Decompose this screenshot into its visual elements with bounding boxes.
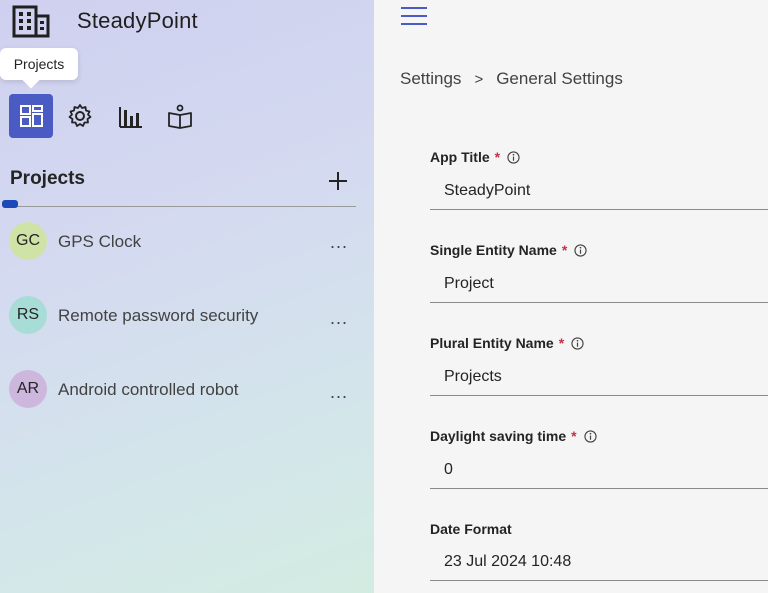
- grid-icon: [20, 105, 43, 127]
- plural-entity-name-input[interactable]: Projects: [430, 358, 768, 396]
- info-icon[interactable]: [583, 429, 597, 443]
- project-label: Remote password security: [58, 306, 259, 325]
- required-marker: *: [571, 428, 577, 444]
- avatar: GC: [9, 222, 47, 260]
- chevron-right-icon: >: [474, 70, 484, 88]
- field-label-text: App Title: [430, 149, 490, 165]
- avatar: RS: [9, 296, 47, 334]
- field-label-text: Plural Entity Name: [430, 335, 554, 351]
- single-entity-name-input[interactable]: Project: [430, 265, 768, 303]
- nav-projects-button[interactable]: [9, 94, 53, 138]
- plural-entity-name-label: Plural Entity Name *: [430, 335, 584, 351]
- gear-icon: [68, 104, 92, 127]
- info-icon[interactable]: [574, 243, 587, 257]
- nav-reports-button[interactable]: [108, 94, 152, 138]
- breadcrumb-general-settings: General Settings: [496, 69, 623, 88]
- nav-docs-button[interactable]: [158, 94, 202, 138]
- date-format-label: Date Format: [430, 521, 512, 537]
- avatar: AR: [9, 370, 47, 408]
- hamburger-menu-icon[interactable]: [401, 7, 427, 27]
- app-name: SteadyPoint: [77, 8, 198, 33]
- daylight-saving-time-label: Daylight saving time *: [430, 428, 597, 444]
- app-title-input[interactable]: SteadyPoint: [430, 172, 768, 210]
- project-label: GPS Clock: [58, 232, 142, 251]
- more-options-button[interactable]: ...: [330, 382, 348, 403]
- more-options-button[interactable]: ...: [330, 232, 348, 253]
- project-item-gps-clock[interactable]: GC GPS Clock ...: [0, 218, 374, 268]
- projects-divider: [8, 206, 356, 207]
- building-icon: [12, 5, 50, 38]
- required-marker: *: [558, 335, 565, 351]
- date-format-input[interactable]: 23 Jul 2024 10:48: [430, 543, 768, 581]
- field-label-text: Daylight saving time: [430, 428, 567, 444]
- nav-tooltip: Projects: [0, 48, 78, 80]
- bar-chart-icon: [119, 107, 142, 128]
- daylight-saving-time-input[interactable]: 0: [430, 451, 768, 489]
- field-label-text: Single Entity Name: [430, 242, 557, 258]
- add-project-button[interactable]: [326, 168, 350, 194]
- main-panel: Settings > General Settings App Title * …: [374, 0, 768, 593]
- sidebar: SteadyPoint Projects Projects GC GPS Clo…: [0, 0, 374, 593]
- info-icon[interactable]: [507, 150, 520, 164]
- project-item-android-controlled-robot[interactable]: AR Android controlled robot ...: [0, 366, 374, 416]
- nav-settings-button[interactable]: [58, 94, 102, 138]
- project-label: Android controlled robot: [58, 380, 239, 399]
- app-title-label: App Title *: [430, 149, 520, 165]
- projects-heading: Projects: [10, 168, 85, 189]
- loading-indicator: [2, 200, 18, 208]
- info-icon[interactable]: [571, 336, 584, 350]
- required-marker: *: [494, 149, 501, 165]
- single-entity-name-label: Single Entity Name *: [430, 242, 587, 258]
- plus-icon: [329, 172, 347, 190]
- field-label-text: Date Format: [430, 521, 512, 537]
- required-marker: *: [561, 242, 568, 258]
- project-item-remote-password-security[interactable]: RS Remote password security ...: [0, 292, 374, 342]
- breadcrumb: Settings > General Settings: [400, 69, 623, 89]
- book-icon: [168, 104, 192, 129]
- more-options-button[interactable]: ...: [330, 308, 348, 329]
- breadcrumb-settings[interactable]: Settings: [400, 69, 461, 89]
